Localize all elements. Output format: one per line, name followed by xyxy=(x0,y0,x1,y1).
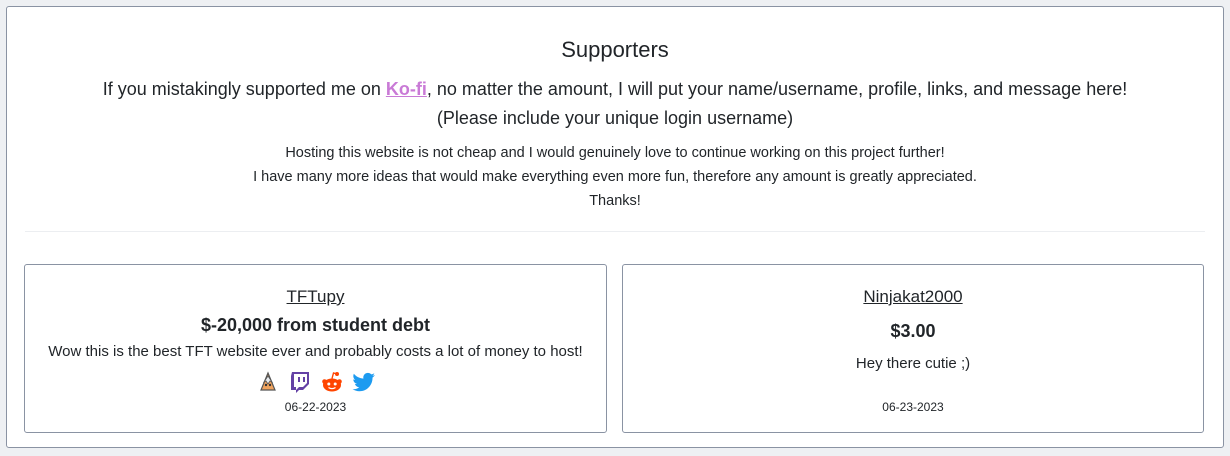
note-line: Hosting this website is not cheap and I … xyxy=(285,145,945,161)
supporter-date: 06-22-2023 xyxy=(284,400,347,414)
intro-username-note: (Please include your unique login userna… xyxy=(436,108,794,128)
intro-after: , no matter the amount, I will put your … xyxy=(426,79,1128,99)
note-line: I have many more ideas that would make e… xyxy=(253,169,977,185)
supporters-panel: Supporters If you mistakingly supported … xyxy=(6,6,1224,448)
note-line: Thanks! xyxy=(589,193,641,209)
supporter-amount: $3.00 xyxy=(890,321,936,341)
supporter-name-link[interactable]: Ninjakat2000 xyxy=(623,287,1203,307)
divider xyxy=(25,231,1205,232)
supporter-message: Wow this is the best TFT website ever an… xyxy=(48,343,583,360)
hosting-note: Hosting this website is not cheap and I … xyxy=(7,141,1223,213)
twitch-icon[interactable] xyxy=(288,370,312,394)
twitter-icon[interactable] xyxy=(351,370,376,394)
supporter-date: 06-23-2023 xyxy=(882,400,944,414)
profile-icon[interactable] xyxy=(256,370,280,394)
supporter-message: Hey there cutie ;) xyxy=(855,355,971,372)
supporter-card: TFTupy $-20,000 from student debt Wow th… xyxy=(24,264,607,433)
reddit-icon[interactable] xyxy=(320,370,344,394)
supporter-amount: $-20,000 from student debt xyxy=(200,315,431,335)
intro-text: If you mistakingly supported me on Ko-fi… xyxy=(7,79,1223,100)
supporter-card: Ninjakat2000 $3.00 Hey there cutie ;) 06… xyxy=(622,264,1204,433)
page-title: Supporters xyxy=(561,37,669,62)
supporter-name-link[interactable]: TFTupy xyxy=(25,287,606,307)
intro-before: If you mistakingly supported me on xyxy=(102,79,386,99)
kofi-link[interactable]: Ko-fi xyxy=(386,79,427,99)
social-links xyxy=(25,370,606,394)
